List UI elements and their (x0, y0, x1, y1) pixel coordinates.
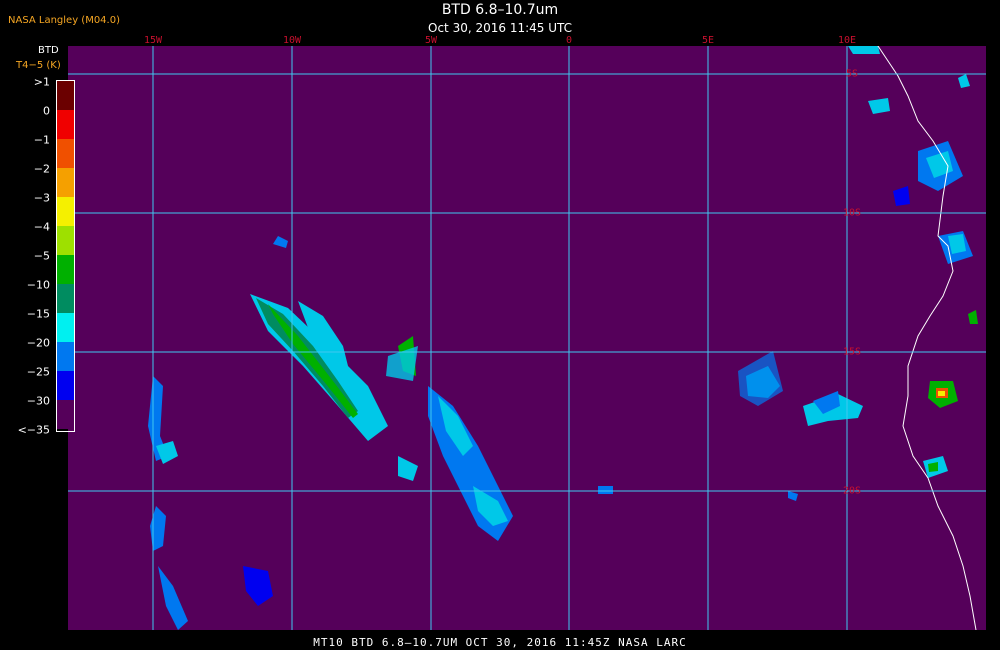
color-scale-tick: 0 (43, 104, 50, 118)
color-scale-tick: −1 (33, 133, 50, 147)
image-title: BTD 6.8–10.7um (441, 2, 559, 18)
color-scale-tick: −15 (26, 307, 50, 321)
color-swatch (57, 313, 74, 342)
footer-caption: MT10 BTD 6.8–10.7UM OCT 30, 2016 11:45Z … (313, 636, 687, 649)
color-scale-tick: −2 (33, 162, 50, 176)
longitude-label: 10W (282, 35, 302, 46)
latitude-label: 10S (842, 207, 862, 219)
color-swatch (57, 284, 74, 313)
color-scale-tick: −5 (33, 249, 50, 263)
color-swatch (57, 255, 74, 284)
legend-title: BTD (38, 45, 59, 56)
longitude-label: 0 (565, 35, 573, 46)
color-swatch (57, 168, 74, 197)
cloud-features (148, 46, 978, 630)
color-swatch (57, 81, 74, 110)
image-timestamp: Oct 30, 2016 11:45 UTC (428, 21, 572, 35)
color-scale-tick: −25 (26, 365, 50, 379)
map-canvas (68, 46, 986, 630)
color-scale-tick: >1 (33, 75, 50, 89)
color-scale-tick: <−35 (17, 423, 50, 437)
color-scale-tick: −30 (26, 394, 50, 408)
coastline (877, 46, 977, 630)
color-swatch (57, 139, 74, 168)
color-swatch (57, 342, 74, 371)
color-swatch (57, 371, 74, 400)
satellite-map (68, 46, 986, 630)
graticule-lines (68, 46, 986, 630)
color-scale-bar (56, 80, 75, 432)
color-swatch (57, 110, 74, 139)
latitude-label: 5S (845, 68, 859, 80)
color-swatch (57, 226, 74, 255)
longitude-label: 10E (837, 35, 857, 46)
color-scale-tick: −3 (33, 191, 50, 205)
longitude-label: 15W (143, 35, 163, 46)
color-scale-tick: −10 (26, 278, 50, 292)
longitude-label: 5E (701, 35, 715, 46)
color-swatch (57, 400, 74, 429)
latitude-label: 15S (842, 346, 862, 358)
latitude-label: 20S (842, 485, 862, 497)
longitude-label: 5W (424, 35, 438, 46)
color-scale-tick: −20 (26, 336, 50, 350)
color-swatch (57, 197, 74, 226)
legend-units: T4−5 (K) (16, 60, 61, 71)
color-scale-tick: −4 (33, 220, 50, 234)
